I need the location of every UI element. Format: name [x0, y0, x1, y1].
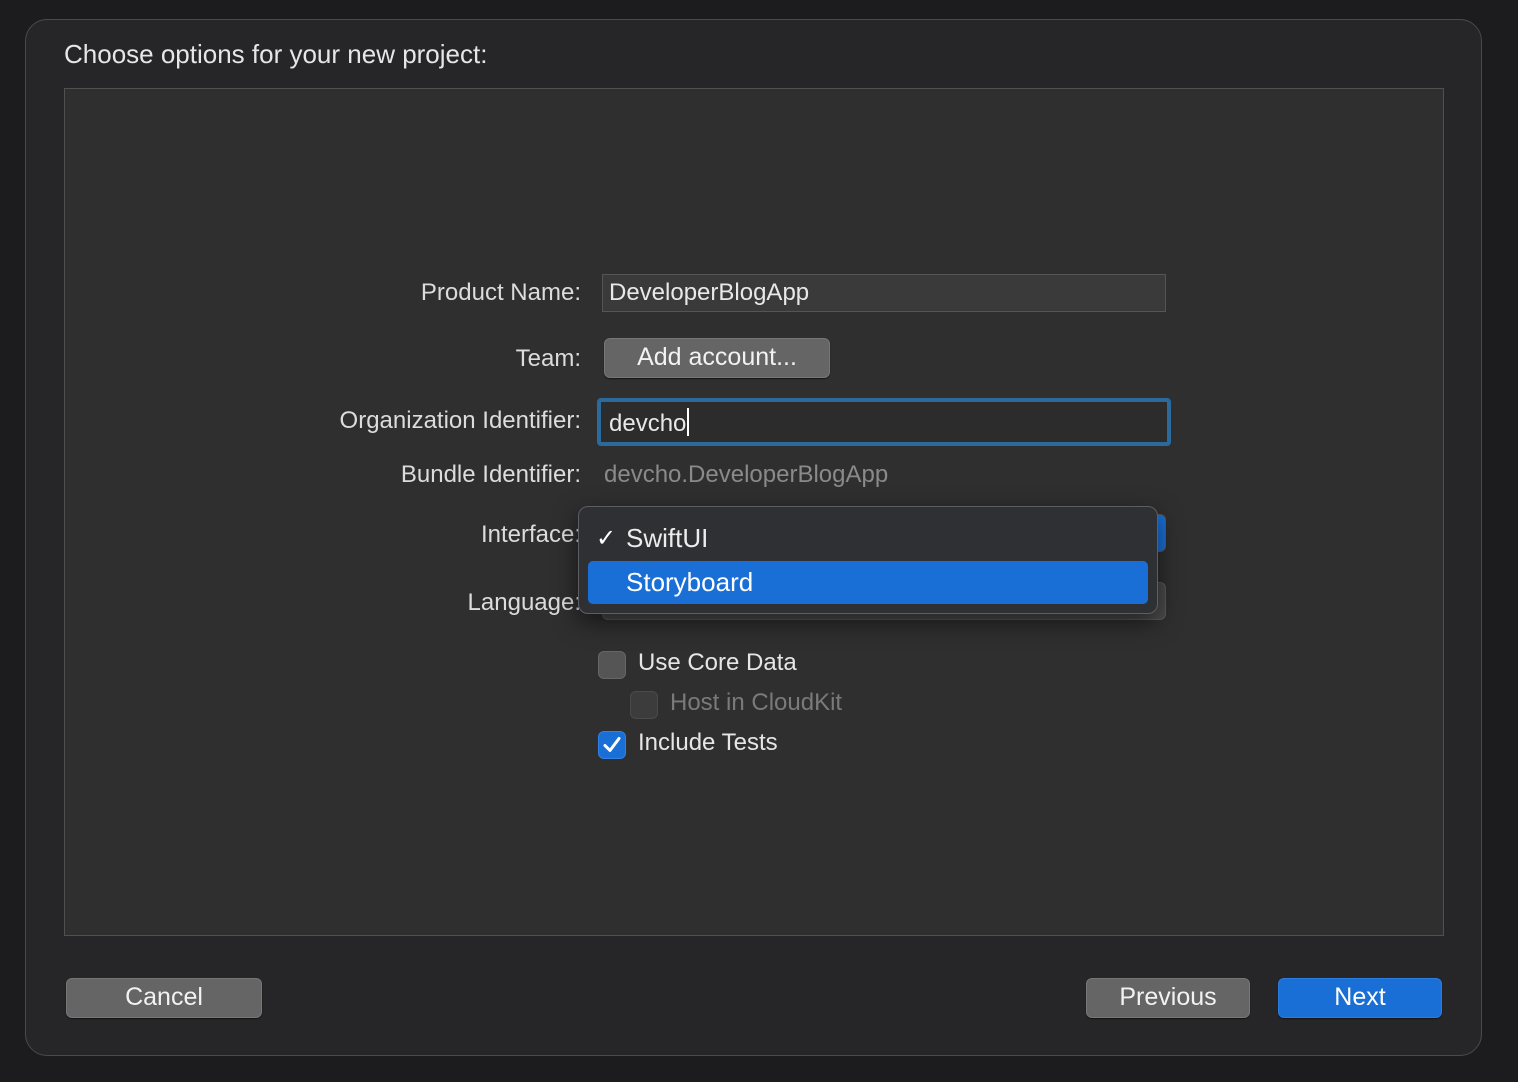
- language-label: Language:: [467, 589, 581, 616]
- use-core-data-label: Use Core Data: [638, 649, 797, 676]
- organization-identifier-value: devcho: [609, 410, 687, 437]
- next-button[interactable]: Next: [1278, 978, 1442, 1018]
- organization-identifier-label: Organization Identifier:: [339, 407, 581, 434]
- team-label: Team:: [515, 345, 581, 372]
- bundle-identifier-value: devcho.DeveloperBlogApp: [604, 461, 889, 488]
- sheet-title: Choose options for your new project:: [64, 39, 488, 69]
- menu-item-swiftui[interactable]: ✓ SwiftUI: [588, 517, 1148, 560]
- host-in-cloudkit-checkbox[interactable]: [630, 691, 658, 719]
- text-caret: [687, 408, 690, 436]
- cancel-button[interactable]: Cancel: [66, 978, 262, 1018]
- interface-menu: ✓ SwiftUI Storyboard: [578, 506, 1158, 614]
- add-account-button[interactable]: Add account...: [604, 338, 830, 378]
- menu-item-label: Storyboard: [626, 567, 754, 597]
- use-core-data-checkbox[interactable]: [598, 651, 626, 679]
- previous-button[interactable]: Previous: [1086, 978, 1250, 1018]
- interface-label: Interface:: [480, 521, 581, 548]
- product-name-field[interactable]: DeveloperBlogApp: [602, 274, 1166, 312]
- product-name-label: Product Name:: [420, 279, 581, 306]
- host-in-cloudkit-label: Host in CloudKit: [670, 689, 843, 716]
- organization-identifier-field[interactable]: devcho: [597, 398, 1171, 446]
- bundle-identifier-label: Bundle Identifier:: [400, 461, 581, 488]
- checkmark-icon: ✓: [596, 525, 617, 552]
- include-tests-label: Include Tests: [638, 729, 778, 756]
- menu-item-label: SwiftUI: [626, 523, 709, 553]
- menu-item-storyboard[interactable]: Storyboard: [588, 561, 1148, 604]
- include-tests-checkbox[interactable]: [598, 731, 626, 759]
- checkmark-icon: [603, 737, 621, 752]
